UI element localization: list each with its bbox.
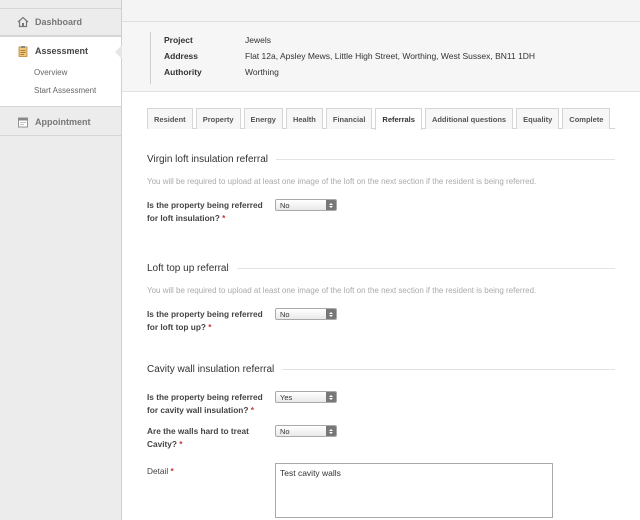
loft-topup-heading: Loft top up referral <box>147 261 615 275</box>
question-line-2: for loft top up? <box>147 322 206 332</box>
project-row: Project Jewels <box>150 32 640 48</box>
main-panel: Project Jewels Address Flat 12a, Apsley … <box>122 0 640 520</box>
top-bar <box>122 0 640 22</box>
detail-textarea[interactable]: Test cavity walls <box>275 463 553 518</box>
loft-topup-select[interactable]: No <box>275 308 337 320</box>
question-line-2: for loft insulation? <box>147 213 220 223</box>
required-mark: * <box>170 466 174 476</box>
hard-to-treat-question: Are the walls hard to treat Cavity? * <box>147 425 275 451</box>
home-icon <box>17 16 29 28</box>
nav-start-assessment[interactable]: Start Assessment <box>0 82 121 100</box>
virgin-loft-heading: Virgin loft insulation referral <box>147 152 615 166</box>
question-line-2: for cavity wall insulation? <box>147 405 249 415</box>
tab-referrals[interactable]: Referrals <box>375 108 422 130</box>
detail-label: Detail * <box>147 463 275 478</box>
virgin-loft-title: Virgin loft insulation referral <box>147 153 268 165</box>
nav-overview[interactable]: Overview <box>0 64 121 82</box>
project-label: Project <box>164 35 193 45</box>
question-line-1: Are the walls hard to treat <box>147 426 249 436</box>
cavity-referred-question: Is the property being referred for cavit… <box>147 391 275 417</box>
project-value: Jewels <box>245 35 271 45</box>
select-value: Yes <box>280 392 293 402</box>
cavity-section: Cavity wall insulation referral Is the p… <box>147 362 615 518</box>
question-line-1: Is the property being referred <box>147 200 263 210</box>
tab-health[interactable]: Health <box>285 108 323 129</box>
question-line-2: Cavity? <box>147 439 177 449</box>
loft-topup-title: Loft top up referral <box>147 262 229 274</box>
loft-topup-hint: You will be required to upload at least … <box>147 286 537 295</box>
address-label: Address <box>164 51 199 61</box>
virgin-loft-question: Is the property being referred for loft … <box>147 199 275 225</box>
tab-bar: Resident Property Energy Health Financia… <box>147 108 615 130</box>
tab-additional-questions[interactable]: Additional questions <box>424 108 514 129</box>
calendar-icon <box>17 116 29 128</box>
select-value: No <box>280 200 290 210</box>
nav-assessment[interactable]: Assessment <box>0 36 121 64</box>
required-mark: * <box>208 322 212 332</box>
required-mark: * <box>179 439 183 449</box>
authority-label: Authority <box>164 67 202 77</box>
detail-field: Detail * Test cavity walls <box>147 463 615 518</box>
sidebar: Dashboard Assessment Overview Start Asse… <box>0 0 122 520</box>
address-value: Flat 12a, Apsley Mews, Little High Stree… <box>245 51 536 61</box>
divider <box>282 368 615 370</box>
nav-assessment-label: Assessment <box>35 45 89 56</box>
hard-to-treat-select[interactable]: No <box>275 425 337 437</box>
select-arrows-icon <box>326 392 336 402</box>
cavity-referred-select[interactable]: Yes <box>275 391 337 403</box>
address-row: Address Flat 12a, Apsley Mews, Little Hi… <box>150 48 640 64</box>
authority-value: Worthing <box>245 67 279 77</box>
form-content: Resident Property Energy Health Financia… <box>122 92 640 518</box>
nav-appointment-label: Appointment <box>35 116 91 127</box>
clipboard-icon <box>17 45 29 57</box>
cavity-referred-field: Is the property being referred for cavit… <box>147 391 615 417</box>
select-arrows-icon <box>326 426 336 436</box>
hard-to-treat-field: Are the walls hard to treat Cavity? * No <box>147 425 615 451</box>
cavity-heading: Cavity wall insulation referral <box>147 362 615 376</box>
detail-label-text: Detail <box>147 466 169 476</box>
cavity-title: Cavity wall insulation referral <box>147 363 275 375</box>
select-arrows-icon <box>326 309 336 319</box>
required-mark: * <box>250 405 254 415</box>
virgin-loft-field: Is the property being referred for loft … <box>147 199 615 225</box>
select-arrows-icon <box>326 200 336 210</box>
divider <box>236 267 615 269</box>
required-mark: * <box>222 213 226 223</box>
tab-complete[interactable]: Complete <box>562 108 611 129</box>
nav-appointment[interactable]: Appointment <box>0 108 121 136</box>
loft-topup-question: Is the property being referred for loft … <box>147 308 275 334</box>
nav-dashboard[interactable]: Dashboard <box>0 8 121 36</box>
select-value: No <box>280 426 290 436</box>
question-line-1: Is the property being referred <box>147 392 263 402</box>
tab-energy[interactable]: Energy <box>243 108 283 129</box>
nav-assessment-group: Assessment Overview Start Assessment <box>0 36 122 107</box>
virgin-loft-section: Virgin loft insulation referral You will… <box>147 152 615 225</box>
divider <box>276 158 615 160</box>
virgin-loft-hint: You will be required to upload at least … <box>147 177 537 186</box>
tab-financial[interactable]: Financial <box>325 108 373 129</box>
tab-resident[interactable]: Resident <box>147 108 193 129</box>
loft-topup-section: Loft top up referral You will be require… <box>147 261 615 334</box>
authority-row: Authority Worthing <box>150 64 640 80</box>
select-value: No <box>280 309 290 319</box>
tab-equality[interactable]: Equality <box>516 108 560 129</box>
project-info: Project Jewels Address Flat 12a, Apsley … <box>122 22 640 92</box>
virgin-loft-select[interactable]: No <box>275 199 337 211</box>
tab-property[interactable]: Property <box>195 108 241 129</box>
nav-dashboard-label: Dashboard <box>35 17 83 27</box>
loft-topup-field: Is the property being referred for loft … <box>147 308 615 334</box>
question-line-1: Is the property being referred <box>147 309 263 319</box>
